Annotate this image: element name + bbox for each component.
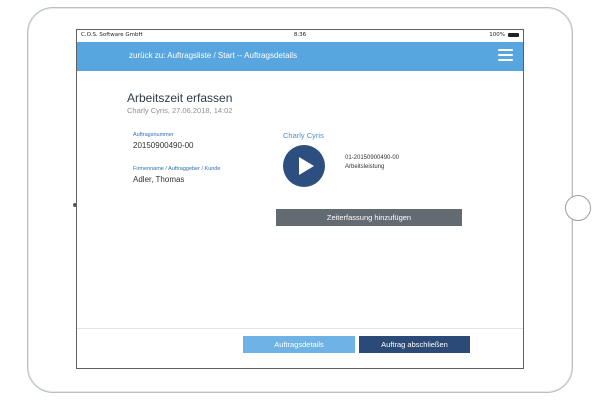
complete-order-button[interactable]: Auftrag abschließen [359,336,470,353]
navbar: zurück zu: Auftragsliste / Start -- Auft… [77,42,523,71]
add-time-entry-button[interactable]: Zeiterfassung hinzufügen [276,209,462,226]
page-subtitle: Charly Cyris, 27.06.2018, 14:02 [127,106,233,115]
timer-order-ref: 01-20150900490-00 [345,155,400,161]
footer-divider [77,328,523,329]
order-details-button[interactable]: Auftragsdetails [243,336,355,353]
company-label: Firmenname / Auftraggeber / Kunde [133,166,221,172]
home-button[interactable] [565,195,591,221]
play-icon [299,157,314,175]
play-button[interactable] [283,145,325,187]
battery-icon [508,33,519,37]
hamburger-menu-icon[interactable] [498,49,513,61]
status-battery: 100% [489,32,519,38]
battery-percent: 100% [489,32,505,38]
app-screen: C.O.S. Software GmbH 8:36 100% zurück zu… [76,29,524,369]
page-title: Arbeitszeit erfassen [127,91,233,105]
status-bar: C.O.S. Software GmbH 8:36 100% [77,30,523,42]
order-number-label: Auftragsnummer [133,132,174,138]
status-time: 8:36 [293,32,307,38]
order-number-value: 20150900490-00 [133,141,194,150]
breadcrumb[interactable]: zurück zu: Auftragsliste / Start -- Auft… [129,51,297,60]
timer-order-type: Arbeitsleistung [345,164,385,170]
company-value: Adler, Thomas [133,175,185,184]
worker-name: Charly Cyris [283,131,324,140]
